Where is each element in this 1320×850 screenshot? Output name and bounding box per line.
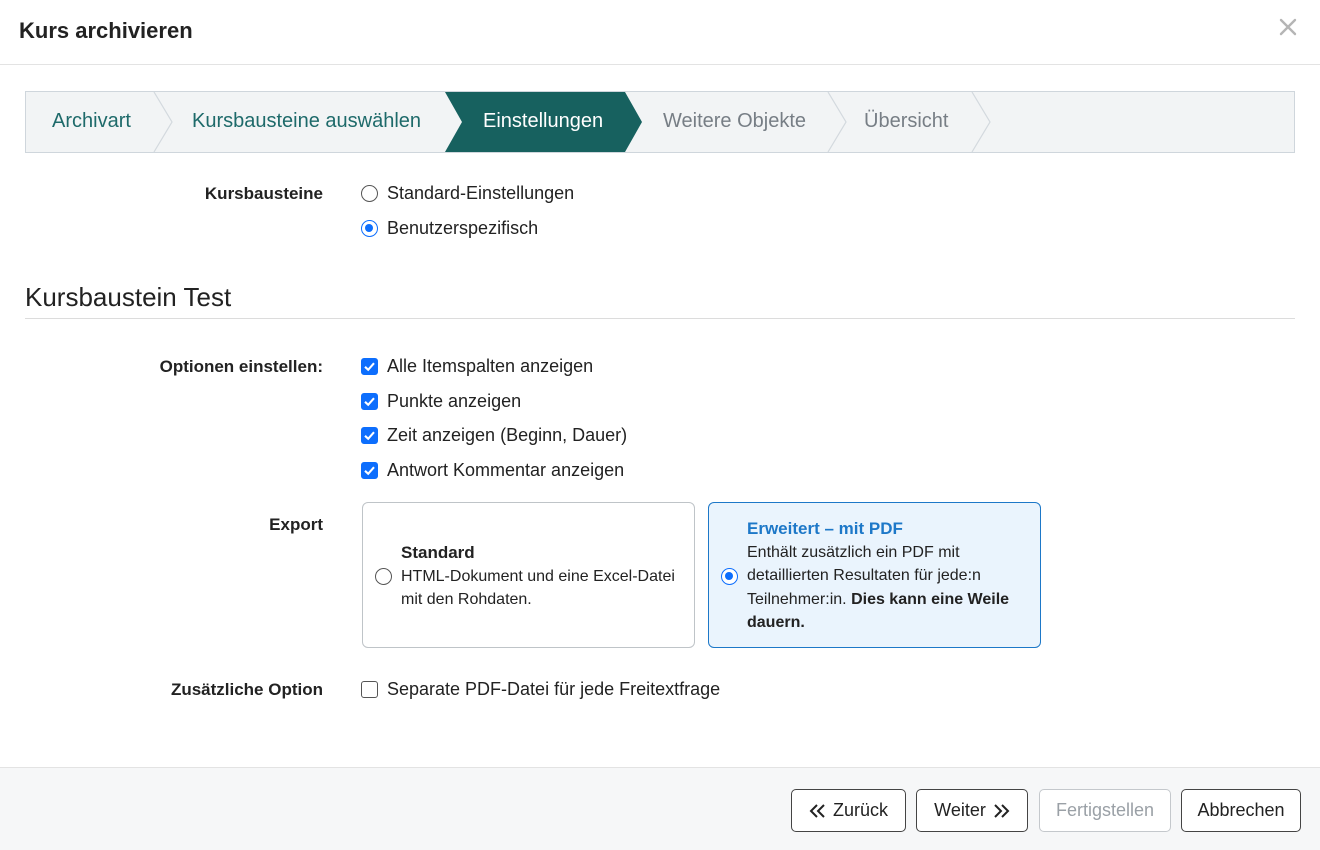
kursbausteine-label: Kursbausteine	[204, 184, 323, 203]
dialog-header: Kurs archivieren	[0, 0, 1320, 65]
double-chevron-left-icon	[809, 803, 825, 818]
dialog-title: Kurs archivieren	[19, 18, 193, 43]
radio-standard-einstellungen[interactable]: Standard-Einstellungen	[361, 182, 574, 204]
zusatz-label: Zusätzliche Option	[170, 680, 323, 699]
next-button[interactable]: Weiter	[916, 789, 1028, 832]
export-standard-text: Standard HTML-Dokument und eine Excel-Da…	[401, 541, 691, 612]
back-button-label: Zurück	[832, 800, 888, 820]
checkbox-label: Alle Itemspalten anzeigen	[387, 355, 594, 376]
checkbox-label: Punkte anzeigen	[387, 390, 522, 411]
checkbox-zeit[interactable]: Zeit anzeigen (Beginn, Dauer)	[361, 424, 627, 446]
checkbox-checked[interactable]	[361, 426, 378, 444]
export-card-standard[interactable]: Standard HTML-Dokument und eine Excel-Da…	[362, 502, 695, 648]
wizard-step-einstellungen: Einstellungen	[483, 110, 604, 132]
cancel-button-label: Abbrechen	[1197, 800, 1285, 820]
checkbox-kommentar[interactable]: Antwort Kommentar anzeigen	[361, 459, 624, 481]
optionen-label: Optionen einstellen:	[159, 357, 323, 376]
section-divider	[25, 318, 1295, 319]
checkbox-unchecked[interactable]	[361, 680, 378, 698]
checkbox-label: Antwort Kommentar anzeigen	[387, 459, 625, 480]
export-erweitert-description: Enthält zusätzlich ein PDF mit detaillie…	[747, 541, 1037, 635]
archive-course-dialog: Kurs archivieren Archivart Kursbausteine…	[0, 0, 1320, 850]
next-button-label: Weiter	[934, 800, 986, 820]
checkbox-checked[interactable]	[361, 357, 378, 375]
export-standard-description: HTML-Dokument und eine Excel-Datei mit d…	[401, 567, 675, 609]
export-erweitert-title: Erweitert – mit PDF	[747, 519, 903, 538]
finish-button-label: Fertigstellen	[1055, 800, 1155, 820]
radio-label: Benutzerspezifisch	[387, 217, 539, 238]
finish-button: Fertigstellen	[1039, 789, 1171, 832]
radio-button-checked[interactable]	[361, 219, 378, 237]
checkbox-separate-pdf[interactable]: Separate PDF-Datei für jede Freitextfrag…	[361, 678, 720, 700]
radio-benutzerspezifisch[interactable]: Benutzerspezifisch	[361, 217, 538, 239]
wizard-steps: Archivart Kursbausteine auswählen Einste…	[25, 91, 1295, 153]
export-label: Export	[269, 515, 323, 534]
wizard-step-uebersicht: Übersicht	[864, 110, 949, 132]
export-card-erweitert[interactable]: Erweitert – mit PDF Enthält zusätzlich e…	[708, 502, 1041, 648]
checkbox-punkte[interactable]: Punkte anzeigen	[361, 390, 521, 412]
checkbox-checked[interactable]	[361, 461, 378, 479]
checkbox-label: Zeit anzeigen (Beginn, Dauer)	[387, 424, 628, 445]
export-erweitert-text: Erweitert – mit PDF Enthält zusätzlich e…	[747, 517, 1037, 635]
wizard-step-weitere-objekte: Weitere Objekte	[663, 110, 807, 132]
checkbox-checked[interactable]	[361, 392, 378, 410]
section-title: Kursbaustein Test	[25, 282, 232, 312]
back-button[interactable]: Zurück	[791, 789, 906, 832]
wizard-step-archivart[interactable]: Archivart	[52, 110, 131, 133]
double-chevron-right-icon	[994, 803, 1010, 818]
checkbox-itemspalten[interactable]: Alle Itemspalten anzeigen	[361, 355, 593, 377]
checkbox-label: Separate PDF-Datei für jede Freitextfrag…	[387, 678, 721, 699]
radio-label: Standard-Einstellungen	[387, 182, 575, 203]
dialog-footer: Zurück Weiter Fertigstellen Abbrechen	[0, 767, 1320, 850]
export-standard-title: Standard	[401, 543, 475, 562]
cancel-button[interactable]: Abbrechen	[1181, 789, 1301, 832]
wizard-step-kursbausteine[interactable]: Kursbausteine auswählen	[192, 110, 421, 133]
radio-button[interactable]	[375, 568, 392, 585]
radio-button-checked[interactable]	[721, 568, 738, 585]
radio-button[interactable]	[361, 184, 378, 202]
close-icon[interactable]	[1278, 17, 1300, 43]
